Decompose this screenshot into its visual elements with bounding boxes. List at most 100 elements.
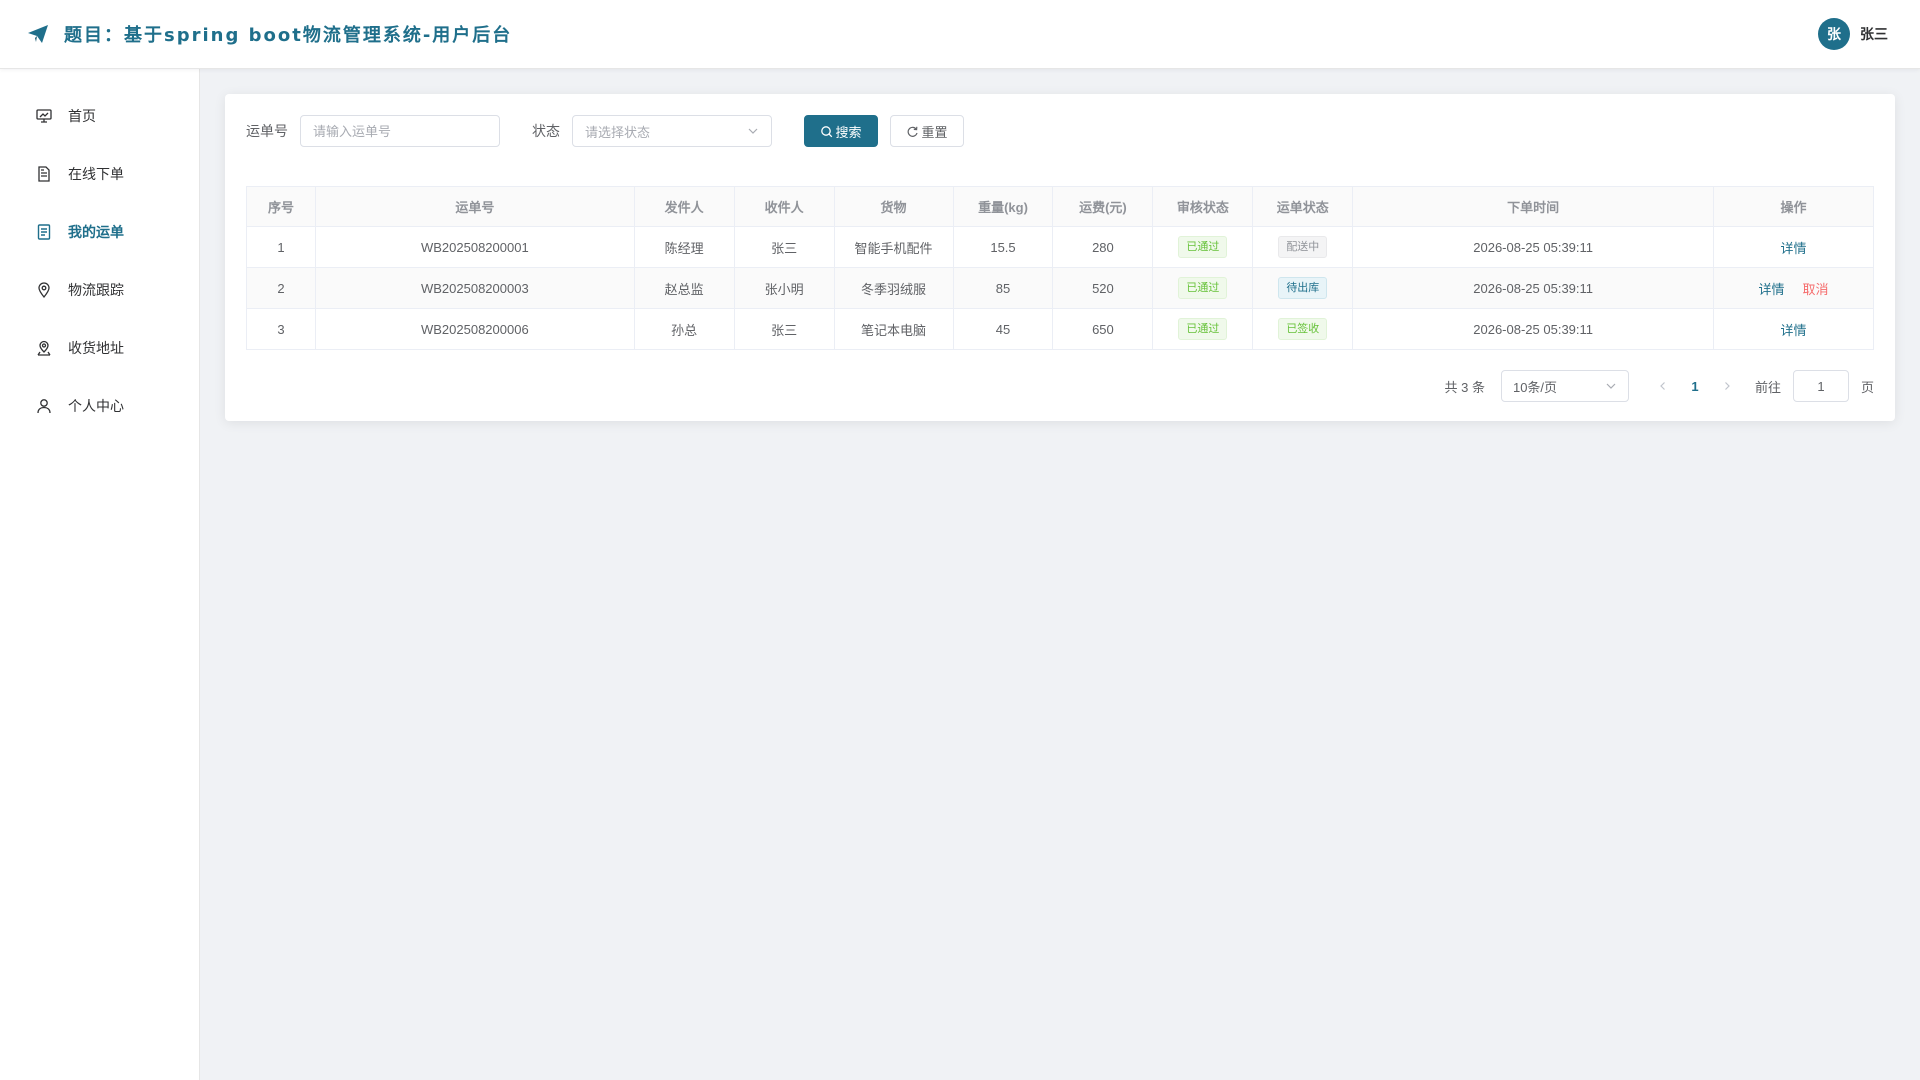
column-header: 运单状态 (1252, 186, 1354, 227)
page-size-select[interactable]: 10条/页 (1500, 370, 1629, 402)
cell-index: 2 (246, 267, 316, 309)
cell-status: 配送中 (1252, 226, 1354, 268)
cell-waybill: WB202508200003 (314, 267, 635, 309)
pagination-total: 共 3 条 (1444, 379, 1485, 395)
status-select-placeholder: 请选择状态 (585, 124, 651, 140)
reset-button-label: 重置 (921, 124, 948, 140)
cell-weight: 15.5 (952, 226, 1054, 268)
orders-card: 运单号 状态 请选择状态 搜索 重置 序号 运单号 发件人 收件人 货物 重 (225, 94, 1895, 421)
cell-weight: 85 (952, 267, 1054, 309)
cell-fee: 650 (1052, 308, 1154, 350)
order-status-badge: 配送中 (1278, 236, 1328, 258)
cell-sender: 孙总 (633, 308, 735, 350)
goto-page-input[interactable] (1792, 370, 1849, 402)
cell-actions: 详情 (1713, 308, 1874, 350)
column-header: 发件人 (633, 186, 735, 227)
detail-link[interactable]: 详情 (1758, 282, 1784, 297)
chevron-right-icon (1725, 382, 1730, 390)
chevron-down-icon (1606, 383, 1616, 389)
sidebar-item-address[interactable]: 收货地址 (0, 319, 199, 377)
sidebar-item-label: 物流跟踪 (68, 282, 124, 298)
sidebar-item-label: 首页 (68, 108, 96, 124)
sidebar-item-home[interactable]: 首页 (0, 87, 199, 145)
cell-status: 待出库 (1252, 267, 1354, 309)
table-row: 2 WB202508200003 赵总监 张小明 冬季羽绒服 85 520 已通… (246, 267, 1874, 309)
column-header: 重量(kg) (952, 186, 1054, 227)
column-header: 操作 (1713, 186, 1874, 227)
column-header: 收件人 (733, 186, 835, 227)
page-number-current[interactable]: 1 (1675, 379, 1715, 394)
cell-goods: 笔记本电脑 (833, 308, 954, 350)
cell-actions: 详情 取消 (1713, 267, 1874, 309)
cell-fee: 520 (1052, 267, 1154, 309)
sidebar-item-tracking[interactable]: 物流跟踪 (0, 261, 199, 319)
table-header-row: 序号 运单号 发件人 收件人 货物 重量(kg) 运费(元) 审核状态 运单状态… (246, 186, 1874, 227)
page-title: 题目：基于spring boot物流管理系统-用户后台 (64, 25, 513, 46)
search-icon (821, 125, 833, 137)
table-row: 3 WB202508200006 孙总 张三 笔记本电脑 45 650 已通过 … (246, 308, 1874, 350)
cell-receiver: 张三 (733, 226, 835, 268)
order-status-badge: 待出库 (1278, 277, 1328, 299)
page-size-value: 10条/页 (1512, 379, 1558, 395)
audit-status-badge: 已通过 (1178, 236, 1228, 258)
goto-suffix: 页 (1860, 379, 1874, 395)
cell-receiver: 张小明 (733, 267, 835, 309)
sidebar-item-label: 我的运单 (68, 224, 124, 240)
waybill-input[interactable] (300, 115, 500, 147)
cell-sender: 赵总监 (633, 267, 735, 309)
detail-link[interactable]: 详情 (1781, 241, 1807, 256)
cell-time: 2026-08-25 05:39:11 (1352, 267, 1715, 309)
column-header: 序号 (246, 186, 316, 227)
search-form: 运单号 状态 请选择状态 搜索 重置 (246, 115, 1874, 147)
table-row: 1 WB202508200001 陈经理 张三 智能手机配件 15.5 280 … (246, 226, 1874, 268)
user-menu[interactable]: 张 张三 (1818, 18, 1888, 50)
cell-waybill: WB202508200006 (314, 308, 635, 350)
list-document-icon (37, 224, 51, 240)
goto-label: 前往 (1754, 379, 1781, 395)
goto-page: 前往 页 (1755, 370, 1874, 402)
sidebar-item-label: 在线下单 (68, 166, 124, 182)
sidebar-item-label: 收货地址 (68, 340, 124, 356)
user-name[interactable]: 张三 (1860, 24, 1888, 44)
cell-status: 已签收 (1252, 308, 1354, 350)
column-header: 运单号 (314, 186, 635, 227)
status-select[interactable]: 请选择状态 (572, 115, 772, 147)
column-header: 货物 (833, 186, 954, 227)
sidebar-item-profile[interactable]: 个人中心 (0, 377, 199, 435)
cell-weight: 45 (952, 308, 1054, 350)
brand: 题目：基于spring boot物流管理系统-用户后台 (26, 21, 512, 47)
refresh-icon (908, 126, 919, 137)
document-icon (38, 166, 50, 182)
prev-page-button[interactable] (1651, 370, 1675, 402)
address-pin-icon (37, 340, 51, 356)
cell-audit: 已通过 (1152, 308, 1254, 350)
sidebar-item-online-order[interactable]: 在线下单 (0, 145, 199, 203)
cell-audit: 已通过 (1152, 267, 1254, 309)
pagination: 共 3 条 10条/页 1 前往 页 (246, 370, 1874, 402)
cell-actions: 详情 (1713, 226, 1874, 268)
cell-goods: 冬季羽绒服 (833, 267, 954, 309)
paper-plane-icon (28, 25, 48, 43)
audit-status-badge: 已通过 (1178, 318, 1228, 340)
next-page-button[interactable] (1715, 370, 1739, 402)
cell-time: 2026-08-25 05:39:11 (1352, 226, 1715, 268)
cell-index: 3 (246, 308, 316, 350)
cancel-link[interactable]: 取消 (1803, 282, 1829, 297)
cell-waybill: WB202508200001 (314, 226, 635, 268)
audit-status-badge: 已通过 (1178, 277, 1228, 299)
search-button-label: 搜索 (835, 124, 862, 140)
sidebar: 首页 在线下单 我的运单 物流跟踪 收货地址 个人中心 (0, 69, 200, 1080)
chevron-left-icon (1660, 382, 1665, 390)
search-button[interactable]: 搜索 (804, 115, 878, 147)
cell-audit: 已通过 (1152, 226, 1254, 268)
cell-receiver: 张三 (733, 308, 835, 350)
avatar[interactable]: 张 (1818, 18, 1850, 50)
order-status-badge: 已签收 (1278, 318, 1328, 340)
location-pin-icon (38, 282, 50, 299)
top-header: 题目：基于spring boot物流管理系统-用户后台 张 张三 (0, 0, 1920, 69)
sidebar-item-my-orders[interactable]: 我的运单 (0, 203, 199, 261)
reset-button[interactable]: 重置 (890, 115, 964, 147)
detail-link[interactable]: 详情 (1781, 323, 1807, 338)
cell-goods: 智能手机配件 (833, 226, 954, 268)
cell-sender: 陈经理 (633, 226, 735, 268)
